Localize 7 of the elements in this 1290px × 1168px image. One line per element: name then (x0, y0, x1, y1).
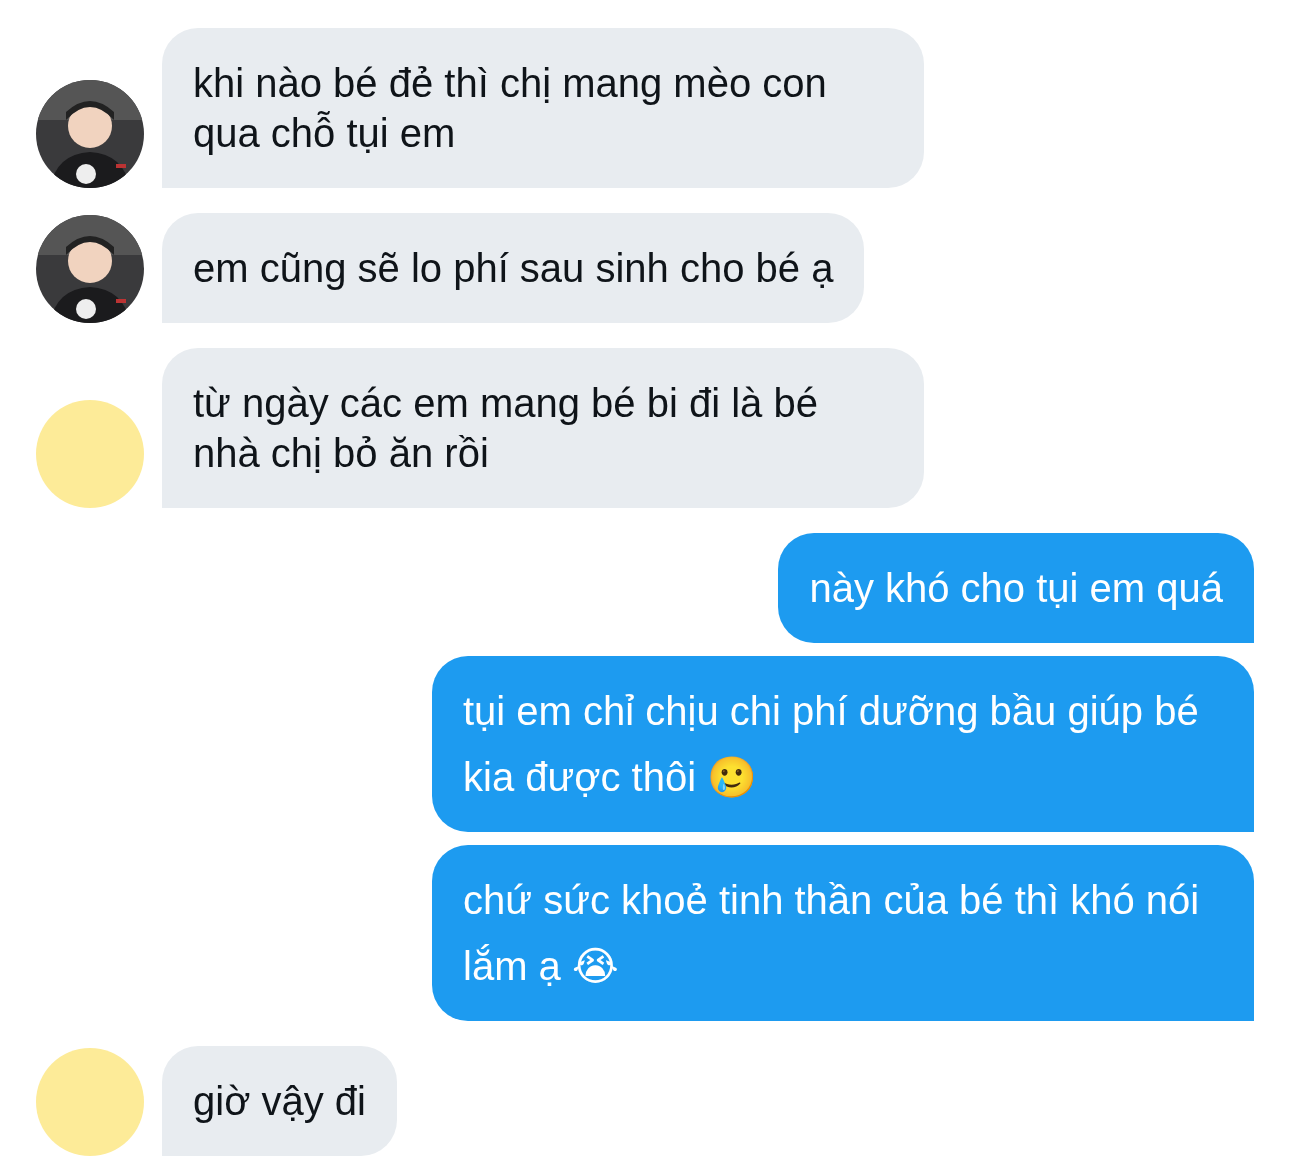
message-bubble: tụi em chỉ chịu chi phí dưỡng bầu giúp bé kia được thôi 🥲 (432, 656, 1254, 832)
message-bubble: từ ngày các em mang bé bi đi là bé nhà chị bỏ ăn rồi (162, 348, 924, 508)
message-bubble: này khó cho tụi em quá (778, 533, 1254, 643)
message-bubble: giờ vậy đi (162, 1046, 397, 1156)
message-bubble: chứ sức khoẻ tinh thần của bé thì khó nói lắm ạ 😭 (432, 845, 1254, 1021)
message-bubble: khi nào bé đẻ thì chị mang mèo con qua chỗ tụi em (162, 28, 924, 188)
message-bubble: em cũng sẽ lo phí sau sinh cho bé ạ (162, 213, 865, 323)
